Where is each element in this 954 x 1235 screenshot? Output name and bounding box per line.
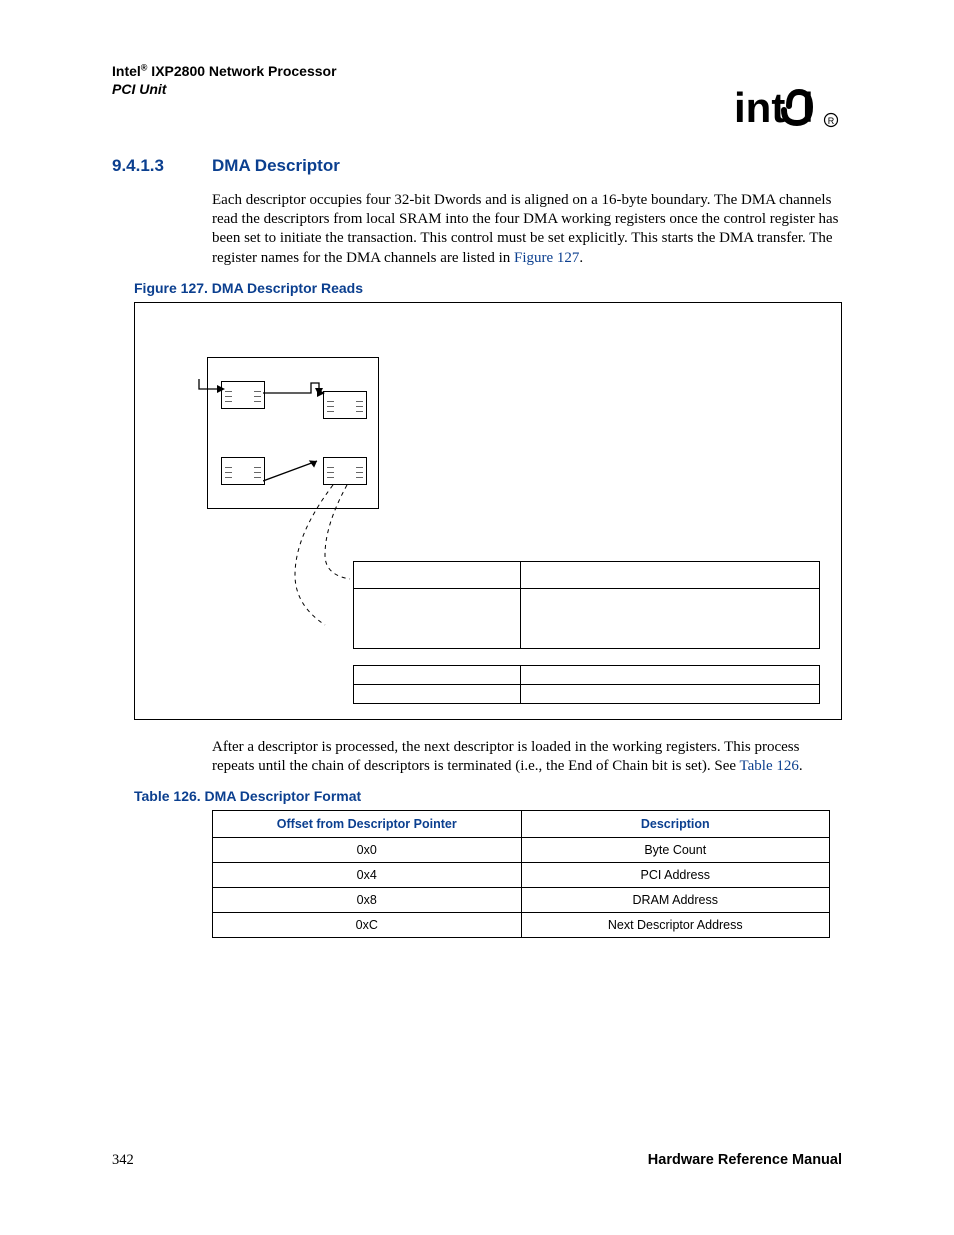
register-box-3 [221, 457, 265, 485]
svg-text:int: int [734, 84, 785, 131]
table-cell: PCI Address [521, 863, 830, 888]
fig-table1-r1c1 [353, 561, 521, 589]
header-line1-suffix: IXP2800 Network Processor [147, 63, 336, 79]
page-footer: 342 Hardware Reference Manual [112, 1152, 842, 1169]
table-row: 0x8 DRAM Address [213, 888, 830, 913]
figure-caption: Figure 127. DMA Descriptor Reads [134, 280, 842, 296]
table-cell: Byte Count [521, 838, 830, 863]
table-row: 0x0 Byte Count [213, 838, 830, 863]
arrow-1 [195, 375, 225, 395]
fig-table1-r2c1 [353, 588, 521, 626]
dma-descriptor-format-table: Offset from Descriptor Pointer Descripti… [212, 810, 830, 938]
table-cell: DRAM Address [521, 888, 830, 913]
para1-tail: . [579, 250, 583, 266]
page-number: 342 [112, 1152, 134, 1169]
fig-table1-r2c2 [520, 588, 820, 626]
table-cell: 0x8 [213, 888, 522, 913]
fig-table2-r1c2 [520, 665, 820, 685]
table-126-link[interactable]: Table 126 [740, 758, 799, 774]
arrow-2 [263, 375, 333, 405]
fig-table2-r2c1 [353, 684, 521, 704]
header-line1-prefix: Intel [112, 63, 141, 79]
figure-127-link[interactable]: Figure 127 [514, 250, 579, 266]
table-cell: Next Descriptor Address [521, 913, 830, 938]
fig-table2-r2c2 [520, 684, 820, 704]
manual-title: Hardware Reference Manual [648, 1152, 842, 1168]
figure-127 [134, 302, 842, 720]
table-row: 0x4 PCI Address [213, 863, 830, 888]
table-cell: 0x4 [213, 863, 522, 888]
section-number: 9.4.1.3 [112, 156, 212, 176]
svg-text:R: R [828, 116, 835, 126]
paragraph-2: After a descriptor is processed, the nex… [212, 738, 842, 776]
section-title: DMA Descriptor [212, 156, 340, 175]
header-title: Intel® IXP2800 Network Processor PCI Uni… [112, 62, 842, 98]
intel-logo: int l R [734, 82, 842, 141]
arrow-3 [263, 453, 327, 487]
fig-table1-r1c2 [520, 561, 820, 589]
header-line2: PCI Unit [112, 81, 166, 97]
paragraph-1: Each descriptor occupies four 32-bit Dwo… [212, 191, 842, 268]
section-heading: 9.4.1.3DMA Descriptor [112, 156, 842, 176]
page-header: Intel® IXP2800 Network Processor PCI Uni… [112, 62, 842, 152]
table-cell: 0x0 [213, 838, 522, 863]
fig-table1-r3c1 [353, 625, 521, 649]
fig-table2-r1c1 [353, 665, 521, 685]
table-row: 0xC Next Descriptor Address [213, 913, 830, 938]
fig-table1-r3c2 [520, 625, 820, 649]
table-header-description: Description [521, 811, 830, 838]
register-box-1 [221, 381, 265, 409]
table-header-offset: Offset from Descriptor Pointer [213, 811, 522, 838]
table-caption: Table 126. DMA Descriptor Format [134, 788, 842, 804]
register-box-4 [323, 457, 367, 485]
para2-tail: . [799, 758, 803, 774]
table-cell: 0xC [213, 913, 522, 938]
para2-text: After a descriptor is processed, the nex… [212, 739, 799, 774]
